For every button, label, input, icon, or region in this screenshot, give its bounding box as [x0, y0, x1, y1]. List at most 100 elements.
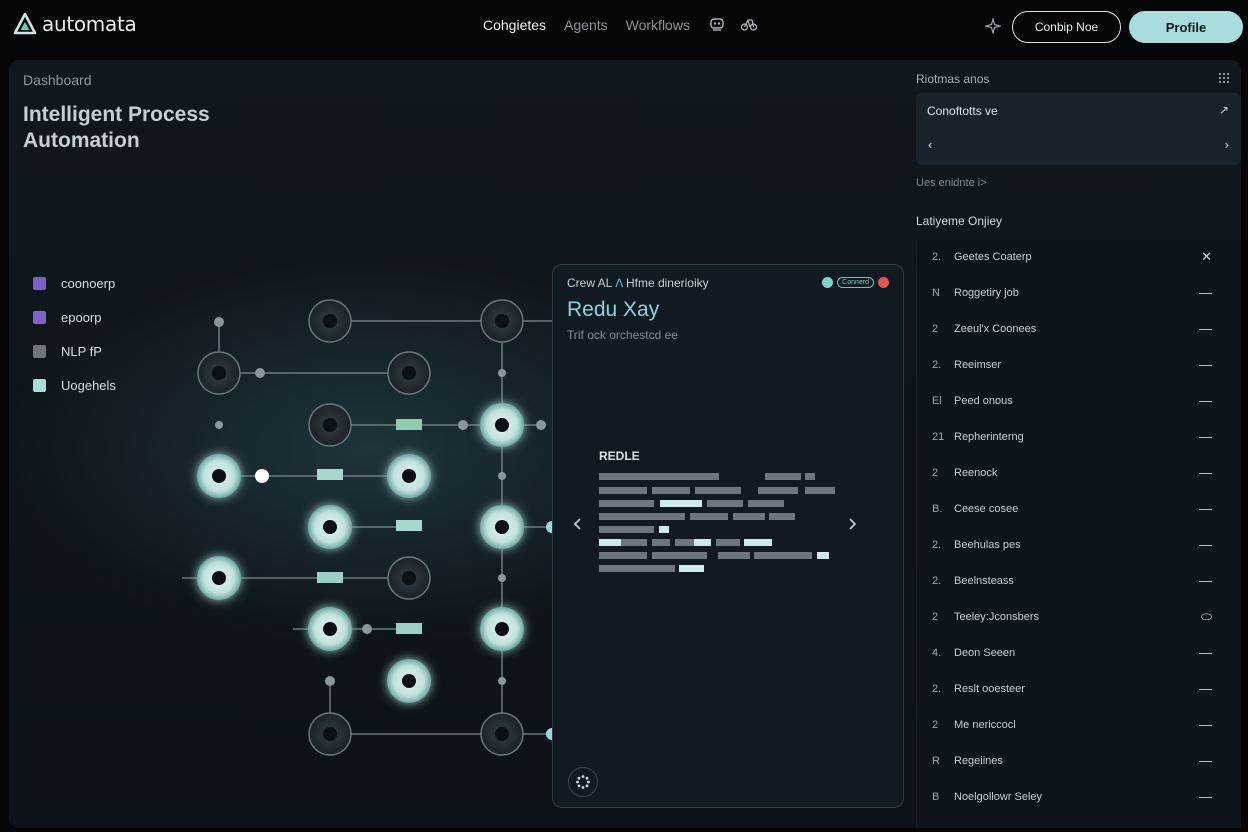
list-item[interactable]: 21 Repherinterng — — [917, 420, 1242, 456]
breadcrumb[interactable]: Dashboard — [23, 72, 92, 88]
right-panel-subtitle: Ues enidnte i> — [916, 177, 987, 189]
activity-list-title: Latiyeme Onjiey — [916, 214, 1003, 228]
list-item-label: Teeley:Jconsbers — [954, 611, 1039, 623]
collapse-icon[interactable]: — — [1199, 465, 1212, 480]
card-header-accent: Λ — [615, 276, 623, 290]
list-item[interactable]: 2. Reslt ooesteer — — [917, 672, 1242, 708]
featured-card-title: Conoftotts ve — [927, 104, 998, 118]
status-error-icon — [878, 277, 889, 288]
sparkle-icon[interactable] — [985, 18, 1001, 34]
list-item-number: N — [932, 287, 940, 299]
logo[interactable]: automata — [12, 11, 137, 37]
list-item-number: R — [932, 755, 940, 767]
list-item[interactable]: N Roggetiry job — — [917, 276, 1242, 312]
external-link-icon[interactable]: ↗ — [1219, 103, 1229, 117]
featured-card[interactable]: Conoftotts ve ↗ ‹ › — [916, 93, 1241, 165]
list-item-label: Me nericcocl — [954, 719, 1016, 731]
collapse-icon[interactable]: — — [1199, 681, 1212, 696]
link-icon[interactable]: ⬭ — [1201, 609, 1212, 625]
list-item[interactable]: 2. Reeimser — — [917, 348, 1242, 384]
list-item-number: El — [932, 395, 942, 407]
list-item[interactable]: El Peed onous — — [917, 384, 1242, 420]
list-item-label: Deon Seeen — [954, 647, 1016, 659]
card-action-button[interactable] — [568, 767, 598, 797]
app-name: automata — [42, 12, 137, 36]
legend-item: Uogehels — [33, 368, 116, 402]
outline-action-button[interactable]: Conbip Noe — [1012, 11, 1121, 43]
legend-label: epoorp — [61, 309, 102, 325]
status-ok-icon — [822, 277, 834, 288]
collapse-icon[interactable]: — — [1199, 393, 1212, 408]
chevron-left-icon[interactable] — [573, 517, 583, 531]
status-badge: Connerd — [837, 277, 874, 288]
legend-label: NLP fP — [61, 343, 102, 359]
list-item-label: Reeimser — [954, 359, 1002, 371]
collapse-icon[interactable]: — — [1199, 321, 1212, 336]
list-item-label: Beehulas pes — [954, 539, 1021, 551]
nav-item-workflows[interactable]: Workflows — [626, 17, 690, 33]
collapse-icon[interactable]: — — [1199, 357, 1212, 372]
nav-item-agents[interactable]: Agents — [564, 17, 608, 33]
legend-label: Uogehels — [61, 377, 116, 393]
collapse-icon[interactable]: — — [1199, 789, 1212, 804]
card-text-placeholder — [599, 473, 835, 572]
collapse-icon[interactable]: — — [1199, 753, 1212, 768]
card-header-prefix: Crew AL — [567, 276, 612, 290]
list-item-label: Noelgollowr Seley — [954, 791, 1043, 803]
list-item[interactable]: 4. Deon Seeen — — [917, 636, 1242, 672]
nav-item-cohgietes[interactable]: Cohgietes — [483, 17, 546, 33]
list-item-number: B — [932, 791, 940, 803]
list-item[interactable]: 2. Beehulas pes — — [917, 528, 1242, 564]
legend-swatch — [33, 344, 46, 358]
collapse-icon[interactable]: — — [1199, 501, 1212, 516]
bike-icon[interactable] — [740, 15, 758, 33]
list-item[interactable]: B Noelgollowr Seley — — [917, 780, 1242, 816]
activity-list: 2. Geetes Coaterp ✕ N Roggetiry job — 2 … — [916, 240, 1241, 828]
collapse-icon[interactable]: — — [1199, 573, 1212, 588]
collapse-icon[interactable]: — — [1199, 537, 1212, 552]
close-icon[interactable]: ✕ — [1201, 249, 1212, 265]
right-panel-title: Riotmas anos — [916, 72, 990, 86]
legend-item: epoorp — [33, 300, 116, 334]
legend-swatch — [33, 310, 46, 324]
list-item-number: 2. — [932, 683, 942, 695]
list-item-number: 2. — [932, 539, 942, 551]
list-item[interactable]: 2. Beelnsteass — — [917, 564, 1242, 600]
chevron-right-icon[interactable] — [847, 517, 857, 531]
robot-icon[interactable] — [708, 15, 726, 33]
list-item-number: 4. — [932, 647, 942, 659]
card-header: Crew AL Λ Hfme dinerioiky — [567, 276, 709, 290]
list-item[interactable]: 2 Zeeul'x Coonees — — [917, 312, 1242, 348]
list-item[interactable]: 2 Teeley:Jconsbers ⬭ — [917, 600, 1242, 636]
collapse-icon[interactable]: — — [1199, 717, 1212, 732]
profile-button[interactable]: Profile — [1129, 11, 1243, 43]
list-item[interactable]: B. Ceese cosee — — [917, 492, 1242, 528]
list-item[interactable]: R Regeiines — — [917, 744, 1242, 780]
legend-swatch — [33, 378, 46, 392]
list-item[interactable]: 2 Reenock — — [917, 456, 1242, 492]
card-title: Redu Xay — [567, 298, 660, 321]
grid-menu-icon[interactable] — [1218, 72, 1230, 84]
legend-swatch — [33, 276, 46, 290]
list-item-label: Reslt ooesteer — [954, 683, 1025, 695]
carousel-prev-icon[interactable]: ‹ — [928, 137, 932, 152]
list-item-label: Regeiines — [954, 755, 1003, 767]
collapse-icon[interactable]: — — [1199, 285, 1212, 300]
list-item[interactable]: 2. Geetes Coaterp ✕ — [917, 240, 1242, 276]
list-item-label: Geetes Coaterp — [954, 251, 1032, 263]
list-item-label: Roggetiry job — [954, 287, 1019, 299]
collapse-icon[interactable]: — — [1199, 645, 1212, 660]
carousel-next-icon[interactable]: › — [1225, 137, 1229, 152]
agent-detail-card: Crew AL Λ Hfme dinerioiky Connerd Redu X… — [552, 264, 904, 808]
list-item-number: 2 — [932, 719, 939, 731]
list-item[interactable]: 2 Me nericcocl — — [917, 708, 1242, 744]
nav-icon-group — [708, 15, 758, 33]
main-nav: Cohgietes Agents Workflows — [483, 17, 690, 33]
list-item-number: 2. — [932, 359, 942, 371]
page-title: Intelligent Process Automation — [23, 103, 210, 152]
top-nav-bar: automata Cohgietes Agents Workflows Conb… — [0, 0, 1248, 54]
legend-item: NLP fP — [33, 334, 116, 368]
list-item-number: 2 — [932, 323, 939, 335]
card-section-label: REDLE — [599, 449, 640, 463]
collapse-icon[interactable]: — — [1199, 429, 1212, 444]
